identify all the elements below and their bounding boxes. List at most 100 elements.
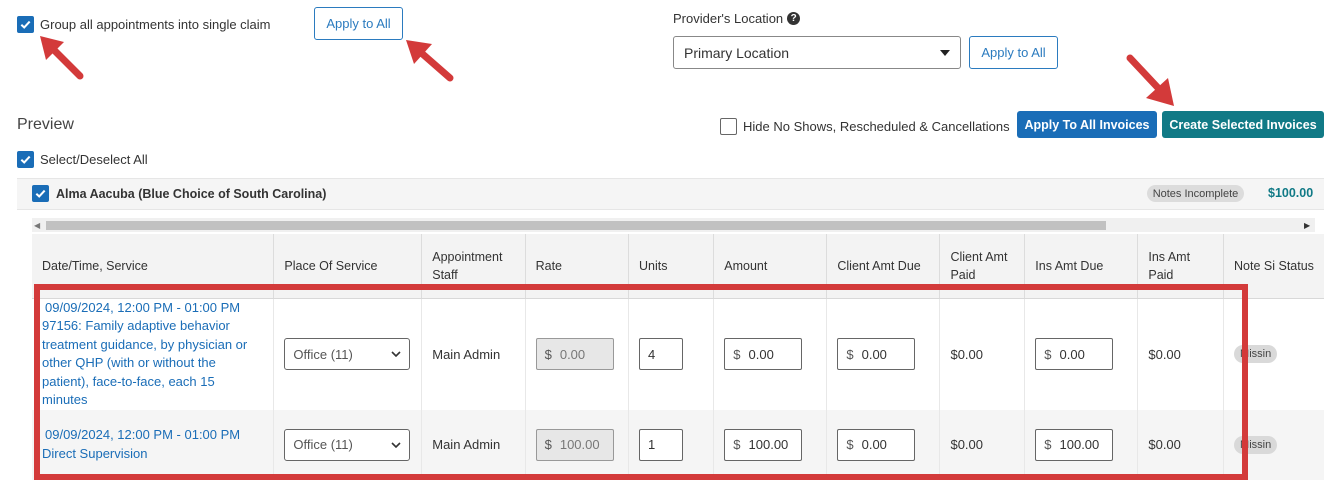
amount-cell: $100.00 [713,409,827,480]
place-of-service-select[interactable]: Office (11) [284,338,411,370]
header-amount[interactable]: Amount [713,234,827,299]
units-value: 4 [648,346,656,362]
location-apply-all-button[interactable]: Apply to All [969,36,1058,69]
header-staff[interactable]: Appointment Staff [421,234,526,299]
notes-incomplete-badge: Notes Incomplete [1147,185,1244,202]
scroll-right-icon[interactable]: ▶ [1304,221,1310,230]
scrollbar-thumb[interactable] [46,221,1106,230]
currency-symbol: $ [544,346,552,362]
group-claim-checkbox[interactable] [17,16,34,33]
check-icon [35,189,46,198]
header-note-status[interactable]: Note Si Status [1223,234,1324,299]
place-of-service-select[interactable]: Office (11) [284,428,411,461]
group-apply-all-button[interactable]: Apply to All [314,7,403,40]
service-link[interactable]: Direct Supervision [42,445,263,464]
check-icon [20,20,31,29]
place-value: Office (11) [293,346,353,362]
hide-no-shows-row: Hide No Shows, Rescheduled & Cancellatio… [720,118,1010,135]
place-cell: Office (11) [273,298,422,410]
currency-symbol: $ [1044,346,1052,362]
client-row: Alma Aacuba (Blue Choice of South Caroli… [32,185,326,202]
date-service-cell: 09/09/2024, 12:00 PM - 01:00 PM 97156: F… [32,298,274,410]
header-units[interactable]: Units [628,234,714,299]
rate-cell: $0.00 [524,298,629,410]
hide-no-shows-checkbox[interactable] [720,118,737,135]
arrow-pointer-icon [40,36,84,80]
header-client-due[interactable]: Client Amt Due [826,234,940,299]
table-row: 09/09/2024, 12:00 PM - 01:00 PM Direct S… [32,409,1324,480]
currency-symbol: $ [544,437,552,452]
provider-location-label: Provider's Location [673,11,784,26]
hide-no-shows-label: Hide No Shows, Rescheduled & Cancellatio… [743,119,1010,134]
note-status-badge: Missin [1234,435,1278,454]
client-due-input[interactable]: $0.00 [837,338,916,370]
select-all-checkbox[interactable] [17,151,34,168]
preview-title: Preview [17,116,74,133]
arrow-pointer-icon [1126,54,1174,106]
place-cell: Office (11) [273,409,422,480]
group-claim-label: Group all appointments into single claim [40,17,271,32]
ins-paid-cell: $0.00 [1137,409,1224,480]
ins-due-value: 0.00 [1059,346,1085,362]
currency-symbol: $ [846,437,854,452]
appointments-table: Date/Time, Service Place Of Service Appo… [32,234,1324,480]
units-value: 1 [648,437,656,452]
header-client-paid[interactable]: Client Amt Paid [939,234,1025,299]
check-icon [20,155,31,164]
header-ins-due[interactable]: Ins Amt Due [1024,234,1138,299]
client-due-input[interactable]: $0.00 [837,428,916,461]
currency-symbol: $ [1044,437,1052,452]
client-checkbox[interactable] [32,185,49,202]
place-value: Office (11) [293,437,353,452]
ins-due-input[interactable]: $0.00 [1035,338,1114,370]
units-input[interactable]: 1 [639,428,684,461]
horizontal-scrollbar[interactable]: ◀ ▶ [32,218,1315,232]
provider-location-value: Primary Location [684,44,790,61]
appointment-datetime-link[interactable]: 09/09/2024, 12:00 PM - 01:00 PM [42,299,263,318]
rate-value: 0.00 [559,346,586,362]
header-rate[interactable]: Rate [524,234,629,299]
ins-paid-cell: $0.00 [1137,298,1224,410]
header-place[interactable]: Place Of Service [273,234,422,299]
ins-due-cell: $0.00 [1024,298,1138,410]
client-paid-cell: $0.00 [939,298,1025,410]
amount-value: 0.00 [748,346,774,362]
header-date-service[interactable]: Date/Time, Service [32,234,274,299]
staff-cell: Main Admin [421,409,526,480]
select-all-row: Select/Deselect All [17,151,148,168]
apply-to-all-invoices-button[interactable]: Apply To All Invoices [1017,111,1157,138]
provider-location-label-row: Provider's Location ? [673,11,801,26]
date-service-cell: 09/09/2024, 12:00 PM - 01:00 PM Direct S… [32,409,274,480]
header-ins-paid[interactable]: Ins Amt Paid [1137,234,1224,299]
client-due-cell: $0.00 [826,298,940,410]
client-due-value: 0.00 [861,346,887,362]
service-link[interactable]: 97156: Family adaptive behavior treatmen… [42,317,263,410]
currency-symbol: $ [846,346,854,362]
arrow-pointer-icon [406,40,454,82]
provider-location-select[interactable]: Primary Location [673,36,961,69]
rate-cell: $100.00 [524,409,629,480]
help-icon[interactable]: ? [787,12,801,25]
currency-symbol: $ [733,346,741,362]
client-due-value: 0.00 [861,437,887,452]
client-paid-cell: $0.00 [939,409,1025,480]
scroll-left-icon[interactable]: ◀ [34,221,40,230]
appointment-datetime-link[interactable]: 09/09/2024, 12:00 PM - 01:00 PM [42,426,263,445]
chevron-down-icon [391,351,401,357]
amount-value: 100.00 [748,437,789,452]
rate-value: 100.00 [559,437,600,452]
table-row: 09/09/2024, 12:00 PM - 01:00 PM 97156: F… [32,298,1324,410]
amount-cell: $0.00 [713,298,827,410]
ins-due-value: 100.00 [1059,437,1100,452]
units-input[interactable]: 4 [639,338,684,370]
create-selected-invoices-button[interactable]: Create Selected Invoices [1162,111,1324,138]
table-header-row: Date/Time, Service Place Of Service Appo… [32,234,1324,299]
note-status-cell: Missin [1223,409,1324,480]
ins-due-input[interactable]: $100.00 [1035,428,1114,461]
units-cell: 4 [628,298,714,410]
currency-symbol: $ [733,437,741,452]
amount-input[interactable]: $100.00 [724,428,803,461]
rate-input: $0.00 [535,338,614,370]
amount-input[interactable]: $0.00 [724,338,803,370]
note-status-cell: Missin [1223,298,1324,410]
